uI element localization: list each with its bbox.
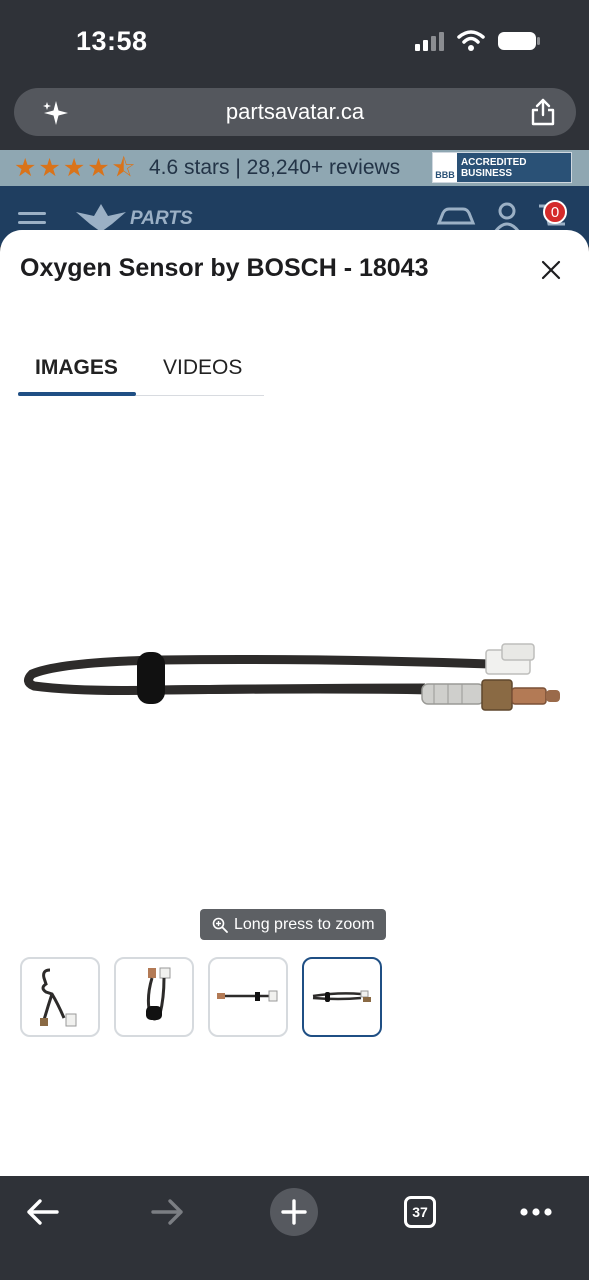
cart-count-badge[interactable]: 0 xyxy=(543,200,567,224)
more-dots-icon xyxy=(520,1208,552,1216)
thumbnail-4[interactable] xyxy=(302,957,382,1037)
battery-icon xyxy=(498,32,540,50)
tab-count: 37 xyxy=(404,1196,436,1228)
status-icons xyxy=(415,30,541,52)
logo-icon[interactable] xyxy=(74,198,128,234)
active-tab-indicator xyxy=(18,392,136,396)
forward-arrow-icon xyxy=(151,1199,183,1225)
wifi-icon xyxy=(457,30,485,51)
star-icon: ★ xyxy=(14,154,37,182)
thumbnail-image xyxy=(312,990,371,1002)
thumbnail-3[interactable] xyxy=(208,957,288,1037)
bbb-logo: BBB xyxy=(433,153,457,182)
star-icon: ★ xyxy=(87,154,110,182)
address-bar[interactable]: partsavatar.ca xyxy=(14,88,576,136)
site-logo-text[interactable]: PARTS xyxy=(130,208,193,230)
new-tab-button[interactable] xyxy=(266,1184,322,1240)
thumbnail-strip xyxy=(20,957,382,1037)
back-arrow-icon xyxy=(27,1199,59,1225)
thumbnail-1[interactable] xyxy=(20,957,100,1037)
forward-button[interactable] xyxy=(140,1184,196,1240)
back-button[interactable] xyxy=(14,1184,70,1240)
rating-banner: ★ ★ ★ ★ ⯪ 4.6 stars | 28,240+ reviews BB… xyxy=(0,150,589,186)
product-image[interactable] xyxy=(20,630,570,740)
url-text[interactable]: partsavatar.ca xyxy=(14,99,576,125)
zoom-hint: Long press to zoom xyxy=(200,909,386,940)
status-time: 13:58 xyxy=(76,26,148,56)
thumbnail-image xyxy=(146,967,171,1021)
bbb-badge-text: ACCREDITED BUSINESS xyxy=(460,156,527,179)
tab-videos[interactable]: VIDEOS xyxy=(163,356,242,380)
thumbnail-image xyxy=(40,968,77,1027)
thumbnail-2[interactable] xyxy=(114,957,194,1037)
star-icon: ★ xyxy=(38,154,61,182)
half-star-icon: ⯪ xyxy=(111,154,136,182)
product-media-modal: Oxygen Sensor by BOSCH - 18043 IMAGES VI… xyxy=(0,230,589,1176)
star-icon: ★ xyxy=(62,154,86,182)
close-icon[interactable] xyxy=(539,258,563,282)
tab-images[interactable]: IMAGES xyxy=(35,356,118,380)
zoom-in-icon xyxy=(212,917,228,933)
thumbnail-image xyxy=(217,990,278,1002)
browser-toolbar: 37 xyxy=(0,1176,589,1280)
share-icon[interactable] xyxy=(530,98,556,126)
rating-stars: ★ ★ ★ ★ ⯪ xyxy=(14,155,135,181)
media-tabs: IMAGES VIDEOS xyxy=(18,348,264,396)
signal-icon xyxy=(415,32,444,51)
vehicle-icon[interactable] xyxy=(435,203,477,231)
tab-switcher-button[interactable]: 37 xyxy=(392,1184,448,1240)
new-tab-circle xyxy=(270,1188,318,1236)
status-bar: 13:58 xyxy=(0,0,589,86)
more-button[interactable] xyxy=(508,1184,564,1240)
bbb-badge[interactable]: BBB ACCREDITED BUSINESS xyxy=(432,152,572,183)
account-icon[interactable] xyxy=(493,202,521,232)
rating-text: 4.6 stars | 28,240+ reviews xyxy=(149,156,401,179)
plus-icon xyxy=(281,1199,307,1225)
zoom-hint-text: Long press to zoom xyxy=(234,915,375,933)
modal-title: Oxygen Sensor by BOSCH - 18043 xyxy=(20,254,429,282)
